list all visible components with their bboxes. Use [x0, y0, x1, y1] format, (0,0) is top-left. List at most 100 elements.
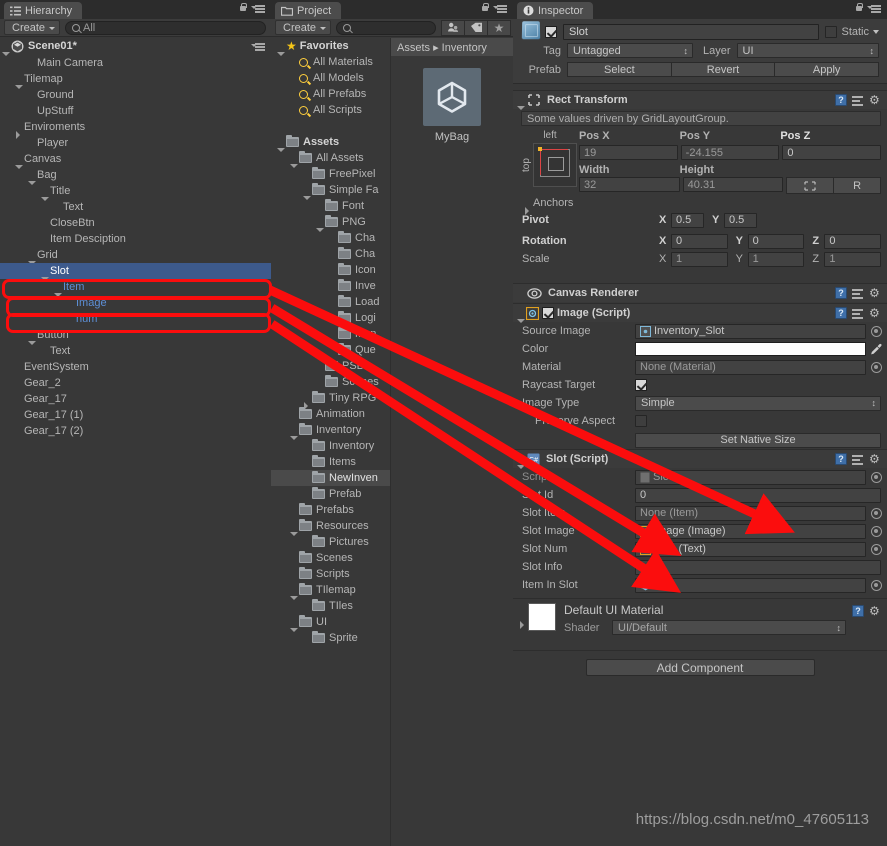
- project-item-scenes[interactable]: Scenes: [271, 550, 390, 566]
- lock-icon[interactable]: [239, 3, 247, 13]
- gear-icon[interactable]: ⚙: [869, 287, 881, 299]
- project-item-load[interactable]: Load: [271, 294, 390, 310]
- project-item-pictures[interactable]: Pictures: [271, 534, 390, 550]
- static-dropdown-arrow[interactable]: [873, 29, 879, 34]
- gear-icon[interactable]: ⚙: [869, 94, 881, 106]
- hierarchy-item-item-desciption[interactable]: Item Desciption: [0, 231, 271, 247]
- project-item-favorites[interactable]: ★ Favorites: [271, 38, 390, 56]
- hierarchy-item-main-camera[interactable]: Main Camera: [0, 55, 271, 71]
- scale-y-input[interactable]: 1: [747, 251, 805, 267]
- gear-icon[interactable]: ⚙: [869, 605, 881, 617]
- slot-id-input[interactable]: 0: [635, 487, 881, 503]
- panel-menu-icon[interactable]: [867, 3, 881, 13]
- hierarchy-item-tilemap[interactable]: Tilemap: [0, 71, 271, 89]
- lock-icon[interactable]: [481, 3, 489, 13]
- help-icon[interactable]: ?: [835, 453, 847, 465]
- project-item-sprite[interactable]: Sprite: [271, 630, 390, 646]
- hierarchy-item-enviroments[interactable]: Enviroments: [0, 119, 271, 139]
- scene-context-menu-icon[interactable]: [251, 41, 265, 51]
- width-input[interactable]: 32: [579, 177, 680, 192]
- anchor-preset-box[interactable]: [533, 143, 577, 187]
- hierarchy-item-canvas[interactable]: Canvas: [0, 151, 271, 169]
- set-native-size-button[interactable]: Set Native Size: [635, 432, 881, 448]
- project-item-all-scripts[interactable]: All Scripts: [271, 102, 390, 118]
- image-script-header[interactable]: Image (Script) ? ⚙: [513, 303, 887, 323]
- breadcrumb[interactable]: Assets ▸ Inventory: [391, 38, 513, 56]
- project-item-prefab[interactable]: Prefab: [271, 486, 390, 502]
- lock-icon[interactable]: [855, 3, 863, 13]
- rotation-y-input[interactable]: 0: [747, 233, 805, 249]
- project-create-button[interactable]: Create: [275, 20, 332, 35]
- help-icon[interactable]: ?: [852, 605, 864, 617]
- hierarchy-item-slot[interactable]: Slot: [0, 263, 271, 281]
- project-item-icon[interactable]: Icon: [271, 262, 390, 278]
- slot-num-field[interactable]: T num (Text): [635, 541, 866, 557]
- project-item-items[interactable]: Items: [271, 454, 390, 470]
- scale-z-input[interactable]: 1: [824, 251, 882, 267]
- item-in-slot-field[interactable]: Item: [635, 577, 866, 593]
- project-item-inventory[interactable]: Inventory: [271, 438, 390, 454]
- hierarchy-item-text[interactable]: Text: [0, 199, 271, 215]
- gear-icon[interactable]: ⚙: [869, 453, 881, 465]
- raw-edit-button[interactable]: R: [833, 177, 882, 194]
- preserve-aspect-checkbox[interactable]: [635, 415, 647, 427]
- hierarchy-item-gear-2[interactable]: Gear_2: [0, 375, 271, 391]
- source-image-field[interactable]: Inventory_Slot: [635, 323, 866, 339]
- project-item-tilemap[interactable]: TIlemap: [271, 582, 390, 600]
- color-swatch[interactable]: [635, 342, 866, 356]
- pos-x-input[interactable]: 19: [579, 145, 678, 160]
- eyedropper-icon[interactable]: [866, 343, 887, 356]
- project-item-all-prefabs[interactable]: All Prefabs: [271, 86, 390, 102]
- label-filter-icon[interactable]: [464, 19, 488, 36]
- help-icon[interactable]: ?: [835, 94, 847, 106]
- project-item-all-materials[interactable]: All Materials: [271, 54, 390, 70]
- project-item-men[interactable]: Men: [271, 326, 390, 342]
- project-item-freepixel[interactable]: FreePixel: [271, 166, 390, 182]
- scene-root-row[interactable]: Scene01*: [0, 38, 271, 56]
- object-name-input[interactable]: Slot: [563, 23, 820, 40]
- project-item-psd[interactable]: PSD: [271, 358, 390, 374]
- scale-x-input[interactable]: 1: [671, 251, 728, 267]
- preset-icon[interactable]: [852, 287, 864, 299]
- hierarchy-item-bag[interactable]: Bag: [0, 167, 271, 185]
- slot-script-header[interactable]: C# Slot (Script) ? ⚙: [513, 449, 887, 469]
- project-item-resources[interactable]: Resources: [271, 518, 390, 536]
- project-item-que[interactable]: Que: [271, 342, 390, 358]
- hierarchy-item-text[interactable]: Text: [0, 343, 271, 359]
- shader-dropdown[interactable]: UI/Default: [612, 620, 846, 635]
- slot-info-input[interactable]: [635, 559, 881, 575]
- pivot-x-input[interactable]: 0.5: [671, 212, 704, 228]
- help-icon[interactable]: ?: [835, 307, 847, 319]
- pos-z-input[interactable]: 0: [782, 145, 882, 160]
- preset-icon[interactable]: [852, 307, 864, 319]
- add-component-button[interactable]: Add Component: [585, 659, 815, 676]
- material-picker-icon[interactable]: [871, 361, 882, 373]
- hierarchy-item-upstuff[interactable]: UpStuff: [0, 103, 271, 119]
- project-item-logi[interactable]: Logi: [271, 310, 390, 326]
- favorite-star-icon[interactable]: ★: [487, 19, 511, 36]
- project-item-inve[interactable]: Inve: [271, 278, 390, 294]
- slot-image-field[interactable]: Image (Image): [635, 523, 866, 539]
- anchor-preset-widget[interactable]: left top: [521, 130, 579, 194]
- layer-dropdown[interactable]: UI: [736, 43, 879, 58]
- panel-menu-icon[interactable]: [493, 3, 507, 13]
- prefab-apply-button[interactable]: Apply: [774, 62, 880, 77]
- rect-transform-header[interactable]: Rect Transform ? ⚙: [513, 90, 887, 110]
- panel-menu-icon[interactable]: [251, 3, 265, 13]
- hierarchy-item-gear-17-2[interactable]: Gear_17 (2): [0, 423, 271, 439]
- project-item-png[interactable]: PNG: [271, 214, 390, 232]
- project-item-all-models[interactable]: All Models: [271, 70, 390, 86]
- project-item-all-assets[interactable]: All Assets: [271, 150, 390, 168]
- item-in-slot-picker-icon[interactable]: [871, 579, 882, 591]
- hierarchy-item-button[interactable]: Button: [0, 327, 271, 345]
- prefab-select-button[interactable]: Select: [567, 62, 672, 77]
- project-item-assets[interactable]: Assets: [271, 134, 390, 152]
- preset-icon[interactable]: [852, 453, 864, 465]
- hierarchy-item-player[interactable]: Player: [0, 135, 271, 151]
- pos-y-input[interactable]: -24.155: [680, 145, 780, 160]
- material-field[interactable]: None (Material): [635, 359, 866, 375]
- hierarchy-item-grid[interactable]: Grid: [0, 247, 271, 265]
- hierarchy-item-title[interactable]: Title: [0, 183, 271, 201]
- hierarchy-create-button[interactable]: Create: [4, 20, 61, 35]
- slot-image-picker-icon[interactable]: [871, 525, 882, 537]
